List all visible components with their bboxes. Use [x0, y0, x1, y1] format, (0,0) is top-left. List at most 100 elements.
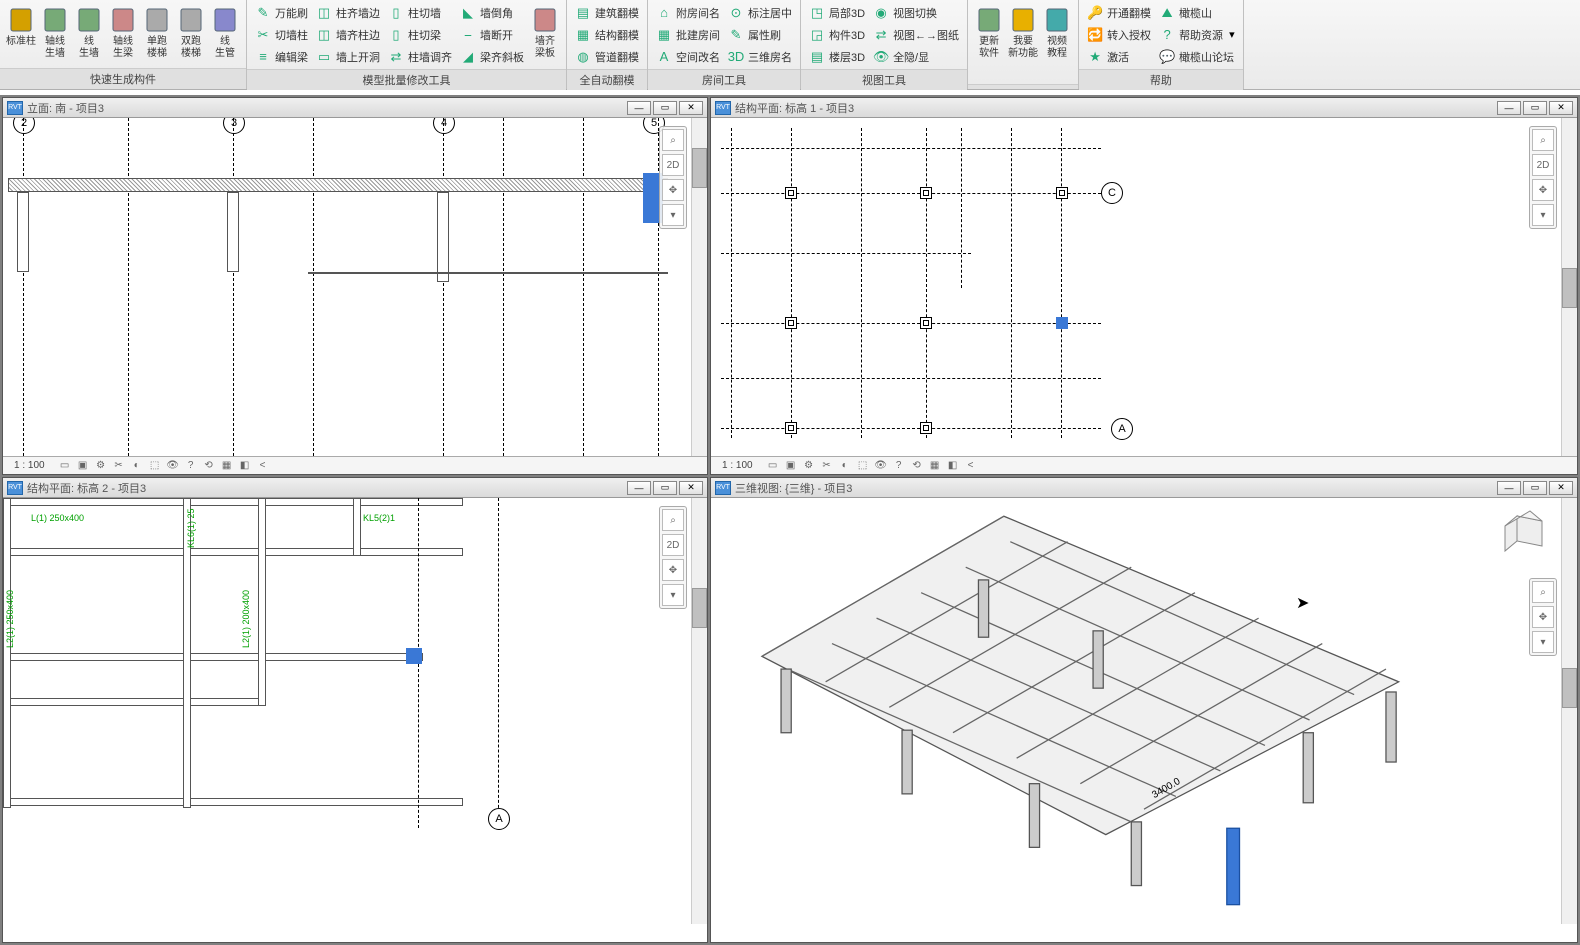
nav-home-icon[interactable]: ⌕ [662, 509, 684, 531]
goujian3d-button[interactable]: ◲构件3D [805, 24, 869, 45]
vertical-scrollbar[interactable] [1561, 118, 1577, 456]
zhuqiangtiaoqi-button[interactable]: ⇄柱墙调齐 [384, 46, 456, 67]
zhuqiqiangbian-button[interactable]: ◫柱齐墙边 [312, 2, 384, 23]
view-titlebar[interactable]: RVT 结构平面: 标高 2 - 项目3 — ▭ ✕ [3, 478, 707, 498]
vertical-scrollbar[interactable] [1561, 498, 1577, 924]
nav-more-icon[interactable]: ▾ [1532, 204, 1554, 226]
status-icon[interactable]: ⬚ [856, 459, 870, 473]
status-icon[interactable]: ? [892, 459, 906, 473]
nav-2d-icon[interactable]: 2D [662, 534, 684, 556]
nav-home-icon[interactable]: ⌕ [662, 129, 684, 151]
status-icon[interactable]: ⟲ [910, 459, 924, 473]
shuxingshua-button[interactable]: ✎属性刷 [724, 24, 796, 45]
minimize-button[interactable]: — [1497, 101, 1521, 115]
status-icon[interactable]: ▭ [766, 459, 780, 473]
view-titlebar[interactable]: RVT 立面: 南 - 项目3 — ▭ ✕ [3, 98, 707, 118]
nav-more-icon[interactable]: ▾ [662, 204, 684, 226]
double-stair-button[interactable]: 双跑 楼梯 [174, 2, 208, 62]
status-icon[interactable]: 👁 [874, 459, 888, 473]
status-icon[interactable]: ? [184, 459, 198, 473]
wanengshua-button[interactable]: ✎万能刷 [251, 2, 312, 23]
close-button[interactable]: ✕ [679, 101, 703, 115]
axis-beam-button[interactable]: 轴线 生梁 [106, 2, 140, 62]
status-icon[interactable]: ⚙ [94, 459, 108, 473]
kaitongfanmo-button[interactable]: 🔑开通翻模 [1083, 2, 1155, 23]
selected-column[interactable] [406, 648, 422, 664]
nav-pan-icon[interactable]: ✥ [1532, 179, 1554, 201]
line-wall-button[interactable]: 线 生墙 [72, 2, 106, 62]
zhuanrushouquan-button[interactable]: 🔁转入授权 [1083, 24, 1155, 45]
restore-button[interactable]: ▭ [653, 101, 677, 115]
liangqixieban-button[interactable]: ◢梁齐斜板 [456, 46, 528, 67]
status-icon[interactable]: ✂ [112, 459, 126, 473]
bangzhuziyuan-button[interactable]: ?帮助资源▾ [1155, 24, 1239, 45]
selected-column[interactable] [1056, 317, 1068, 329]
view-titlebar[interactable]: RVT 三维视图: {三维} - 项目3 — ▭ ✕ [711, 478, 1577, 498]
view-canvas[interactable]: 3400.0 ➤ ⌕ ✥ ▾ [711, 498, 1577, 942]
status-icon[interactable]: ▣ [784, 459, 798, 473]
status-icon[interactable]: ◧ [946, 459, 960, 473]
minimize-button[interactable]: — [1497, 481, 1521, 495]
vertical-scrollbar[interactable] [691, 118, 707, 456]
qieqiangzhu-button[interactable]: ✂切墙柱 [251, 24, 312, 45]
jianzhufanmo-button[interactable]: ▤建筑翻模 [571, 2, 643, 23]
scale-selector[interactable]: 1 : 100 [7, 459, 52, 472]
nav-pan-icon[interactable]: ✥ [662, 179, 684, 201]
nav-pan-icon[interactable]: ✥ [662, 559, 684, 581]
status-icon[interactable]: ▣ [76, 459, 90, 473]
minimize-button[interactable]: — [627, 481, 651, 495]
nav-more-icon[interactable]: ▾ [662, 584, 684, 606]
view-canvas[interactable]: 2 3 4 5 ⌕ 2D ✥ ▾ [3, 118, 707, 456]
qiangdaojiao-button[interactable]: ◣墙倒角 [456, 2, 528, 23]
guandaofanmo-button[interactable]: ◍管道翻模 [571, 46, 643, 67]
ganlanshanluntan-button[interactable]: 💬橄榄山论坛 [1155, 46, 1239, 67]
restore-button[interactable]: ▭ [1523, 481, 1547, 495]
louceng3d-button[interactable]: ▤楼层3D [805, 46, 869, 67]
jiegoufanmo-button[interactable]: ▦结构翻模 [571, 24, 643, 45]
viewcube[interactable] [1497, 506, 1557, 566]
ganlanshan-button[interactable]: ⛰橄榄山 [1155, 2, 1239, 23]
nav-2d-icon[interactable]: 2D [1532, 154, 1554, 176]
pijianfangjian-button[interactable]: ▦批建房间 [652, 24, 724, 45]
close-button[interactable]: ✕ [679, 481, 703, 495]
status-icon[interactable]: < [964, 459, 978, 473]
status-icon[interactable]: ⚙ [802, 459, 816, 473]
status-icon[interactable]: ⬚ [148, 459, 162, 473]
status-icon[interactable]: 👁 [166, 459, 180, 473]
zhuqieqiang-button[interactable]: ▯柱切墙 [384, 2, 456, 23]
qiangqiliangban-button[interactable]: 墙齐 梁板 [528, 2, 562, 62]
restore-button[interactable]: ▭ [653, 481, 677, 495]
status-icon[interactable]: < [256, 459, 270, 473]
shituqiehuan-button[interactable]: ◉视图切换 [869, 2, 963, 23]
qiangshangkaidong-button[interactable]: ▭墙上开洞 [312, 46, 384, 67]
status-icon[interactable]: ◧ [238, 459, 252, 473]
status-icon[interactable]: ◐ [838, 459, 852, 473]
bianjiliang-button[interactable]: ≡编辑梁 [251, 46, 312, 67]
jubu3d-button[interactable]: ◳局部3D [805, 2, 869, 23]
restore-button[interactable]: ▭ [1523, 101, 1547, 115]
fufangjian-button[interactable]: ⌂附房间名 [652, 2, 724, 23]
status-icon[interactable]: ⟲ [202, 459, 216, 473]
close-button[interactable]: ✕ [1549, 101, 1573, 115]
status-icon[interactable]: ▦ [220, 459, 234, 473]
status-icon[interactable]: ✂ [820, 459, 834, 473]
qiangqizhubian-button[interactable]: ◫墙齐柱边 [312, 24, 384, 45]
shipinjiaocheng-button[interactable]: 视频 教程 [1040, 2, 1074, 62]
view-titlebar[interactable]: RVT 结构平面: 标高 1 - 项目3 — ▭ ✕ [711, 98, 1577, 118]
qiangduankai-button[interactable]: ⎯墙断开 [456, 24, 528, 45]
status-icon[interactable]: ◐ [130, 459, 144, 473]
woyao-button[interactable]: 我要 新功能 [1006, 2, 1040, 62]
nav-home-icon[interactable]: ⌕ [1532, 581, 1554, 603]
gengxin-button[interactable]: 更新 软件 [972, 2, 1006, 62]
jihuo-button[interactable]: ★激活 [1083, 46, 1155, 67]
vertical-scrollbar[interactable] [691, 498, 707, 924]
status-icon[interactable]: ▭ [58, 459, 72, 473]
scale-selector[interactable]: 1 : 100 [715, 459, 760, 472]
view-canvas[interactable]: C A ⌕ 2D ✥ ▾ [711, 118, 1577, 456]
close-button[interactable]: ✕ [1549, 481, 1573, 495]
zhuqieliang-button[interactable]: ▯柱切梁 [384, 24, 456, 45]
kongjiangaiming-button[interactable]: A空间改名 [652, 46, 724, 67]
view-canvas[interactable]: A L(1) 250x400 L2(1) 250x400 L2(1) 200x4… [3, 498, 707, 942]
biaozhujuzhong-button[interactable]: ⊙标注居中 [724, 2, 796, 23]
quanyinxian-button[interactable]: 👁全隐/显 [869, 46, 963, 67]
